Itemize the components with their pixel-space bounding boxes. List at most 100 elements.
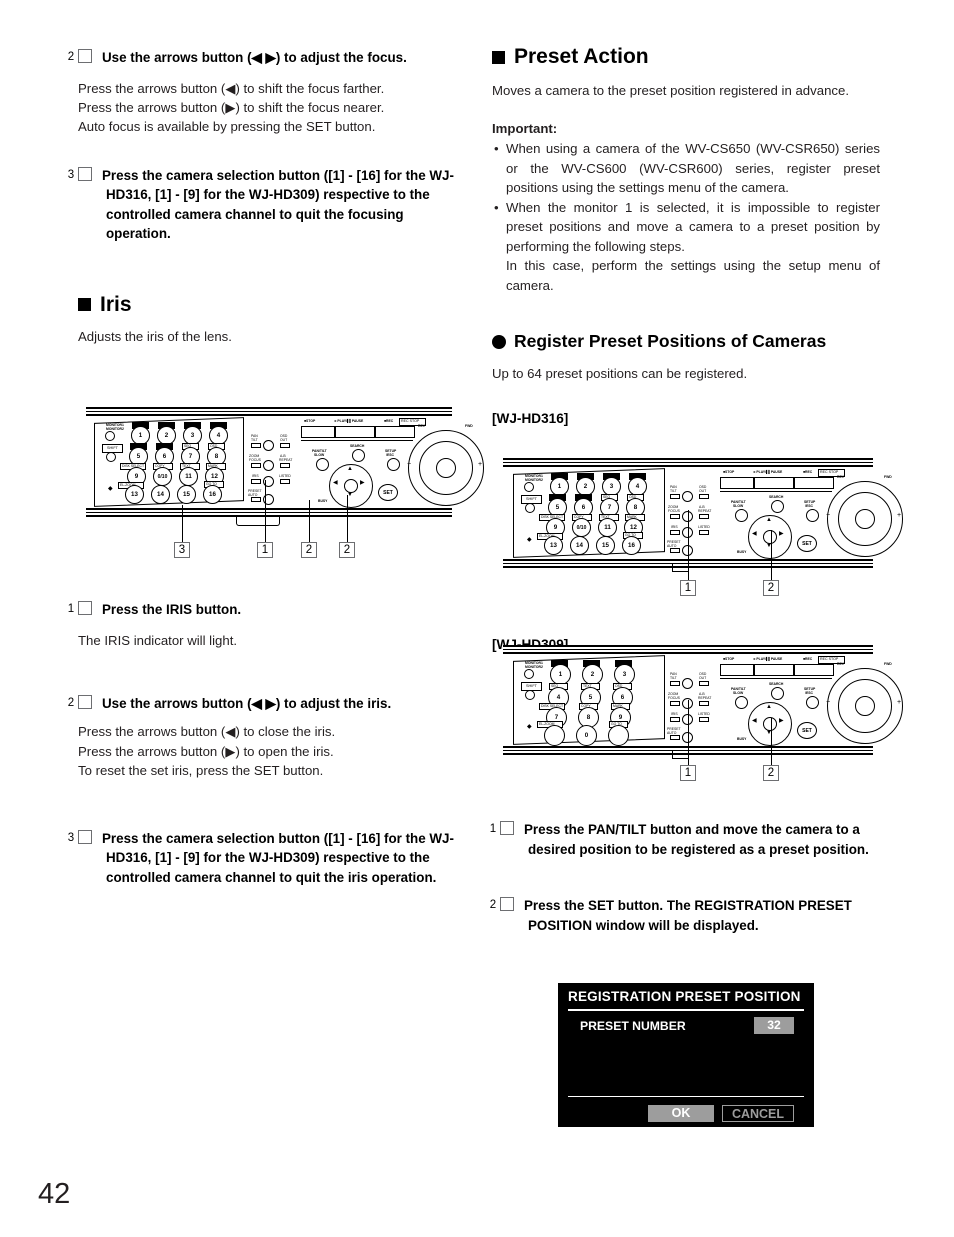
osd-window-title: REGISTRATION PRESET POSITION	[568, 989, 801, 1004]
camera-button-0-10[interactable]: 0/10	[153, 467, 172, 486]
step-preset-2: 2 Press the SET button. The REGISTRATION …	[490, 896, 878, 935]
pan-tilt-button[interactable]	[263, 440, 274, 451]
zoom-focus-button[interactable]	[263, 460, 274, 471]
el-zoom-button[interactable]	[544, 725, 565, 746]
step-number: 3	[68, 829, 92, 844]
monitor-button[interactable]	[524, 669, 534, 679]
transport-stop[interactable]	[720, 664, 754, 676]
preset-number-value[interactable]: 32	[754, 1017, 794, 1034]
pan-tilt-button[interactable]	[682, 491, 693, 502]
square-bullet-icon	[492, 50, 505, 64]
transport-play-pause[interactable]	[754, 477, 794, 489]
camera-button-0-10[interactable]: 0/10	[572, 518, 591, 537]
preset-action-intro: Moves a camera to the preset position re…	[492, 83, 849, 98]
camera-button-13[interactable]: 13	[125, 485, 144, 504]
step-iris-1-heading: 1 Press the IRIS button.	[68, 600, 456, 620]
step-iris-3: 3 Press the camera selection button ([1] …	[68, 829, 456, 888]
step-number: 1	[68, 601, 92, 615]
callout-3: 3	[174, 542, 190, 558]
arrows-center[interactable]	[763, 717, 777, 731]
shift-button[interactable]	[106, 452, 116, 462]
camera-button-11[interactable]: 11	[598, 518, 617, 537]
step-focus-3: 3 Press the camera selection button ([1] …	[68, 166, 456, 244]
shift-button[interactable]	[525, 690, 535, 700]
step-preset-2-text: Press the SET button. The REGISTRATION P…	[524, 898, 852, 933]
cancel-button[interactable]: CANCEL	[722, 1105, 794, 1122]
callout-hd316-2: 2	[763, 580, 779, 596]
set-button[interactable]: SET	[797, 722, 817, 739]
camera-button-0[interactable]: 0	[576, 725, 597, 746]
ok-button[interactable]: OK	[648, 1105, 714, 1122]
jog-center[interactable]	[436, 458, 456, 478]
pan-tilt-slow-button[interactable]	[735, 509, 748, 522]
transport-stop[interactable]	[720, 477, 754, 489]
setup-esc-button[interactable]	[387, 458, 400, 471]
callout-hd309-2: 2	[763, 765, 779, 781]
step-iris-1: 1 Press the IRIS button. The IRIS indicat…	[68, 600, 456, 650]
step-focus-3-text: Press the camera selection button ([1] -…	[102, 167, 454, 242]
camera-button-1[interactable]: 1	[550, 664, 571, 685]
pan-tilt-slow-button[interactable]	[735, 696, 748, 709]
setup-esc-button[interactable]	[806, 696, 819, 709]
step-iris-2-text: Use the arrows button (◀ ▶) to adjust th…	[102, 695, 392, 711]
transport-rec[interactable]	[794, 477, 834, 489]
go-to-button[interactable]	[608, 725, 629, 746]
iris-intro: Adjusts the iris of the lens.	[78, 328, 232, 344]
camera-button-15[interactable]: 15	[177, 485, 196, 504]
important-extra-text: In this case, perform the settings using…	[506, 258, 880, 293]
camera-button-3[interactable]: 3	[614, 664, 635, 685]
set-button[interactable]: SET	[797, 535, 817, 552]
pan-tilt-button[interactable]	[682, 678, 693, 689]
camera-button-14[interactable]: 14	[151, 485, 170, 504]
camera-button-14[interactable]: 14	[570, 536, 589, 555]
camera-button-16[interactable]: 16	[203, 485, 222, 504]
transport-rec[interactable]	[794, 664, 834, 676]
iris-heading-text: Iris	[100, 292, 132, 316]
transport-play-pause[interactable]	[754, 664, 794, 676]
callout-hd309-1: 1	[680, 765, 696, 781]
monitor-button[interactable]	[524, 482, 534, 492]
step-focus-2: 2 Use the arrows button (◀ ▶) to adjust t…	[68, 48, 456, 137]
callout-hd316-1: 1	[680, 580, 696, 596]
set-button[interactable]: SET	[378, 484, 398, 501]
step-iris-3-text: Press the camera selection button ([1] -…	[102, 830, 454, 885]
monitor-button[interactable]	[105, 431, 115, 441]
search-button[interactable]	[771, 687, 784, 700]
register-preset-heading: Register Preset Positions of Cameras	[492, 330, 880, 353]
callout-2a: 2	[301, 542, 317, 558]
important-bullet-2: • When the monitor 1 is selected, it is i…	[492, 198, 880, 257]
setup-esc-button[interactable]	[806, 509, 819, 522]
jog-center[interactable]	[855, 696, 875, 716]
step-preset-2-heading: 2 Press the SET button. The REGISTRATION …	[490, 896, 878, 935]
step-preset-1-heading: 1 Press the PAN/TILT button and move the …	[490, 820, 878, 859]
step-focus-2-heading: 2 Use the arrows button (◀ ▶) to adjust t…	[68, 48, 456, 68]
circle-bullet-icon	[492, 334, 506, 349]
camera-button-16[interactable]: 16	[622, 536, 641, 555]
important-label: Important:	[492, 120, 558, 136]
important-bullet-1-text: When using a camera of the WV-CS650 (WV-…	[506, 141, 880, 195]
camera-button-11[interactable]: 11	[179, 467, 198, 486]
camera-button-2[interactable]: 2	[582, 664, 603, 685]
step-number: 3	[68, 166, 92, 181]
manual-page: 2 Use the arrows button (◀ ▶) to adjust t…	[0, 0, 954, 1237]
arrows-center[interactable]	[344, 479, 358, 493]
camera-button-13[interactable]: 13	[544, 536, 563, 555]
step-iris-2: 2 Use the arrows button (◀ ▶) to adjust t…	[68, 694, 456, 781]
right-column: Preset Action Moves a camera to the pres…	[492, 44, 880, 426]
transport-rec[interactable]	[375, 426, 415, 438]
search-button[interactable]	[352, 449, 365, 462]
search-button[interactable]	[771, 500, 784, 513]
camera-button-15[interactable]: 15	[596, 536, 615, 555]
important-bullet-2-text: When the monitor 1 is selected, it is im…	[506, 199, 880, 254]
step-iris-2-line-1: Press the arrows button (◀) to close the…	[78, 724, 336, 740]
transport-stop[interactable]	[301, 426, 335, 438]
step-preset-1-text: Press the PAN/TILT button and move the c…	[524, 822, 869, 857]
transport-play-pause[interactable]	[335, 426, 375, 438]
step-preset-1: 1 Press the PAN/TILT button and move the …	[490, 820, 878, 859]
jog-center[interactable]	[855, 509, 875, 529]
step-number: 2	[68, 694, 92, 709]
step-number: 2	[68, 49, 92, 63]
pan-tilt-slow-button[interactable]	[316, 458, 329, 471]
arrows-center[interactable]	[763, 530, 777, 544]
shift-button[interactable]	[525, 503, 535, 513]
